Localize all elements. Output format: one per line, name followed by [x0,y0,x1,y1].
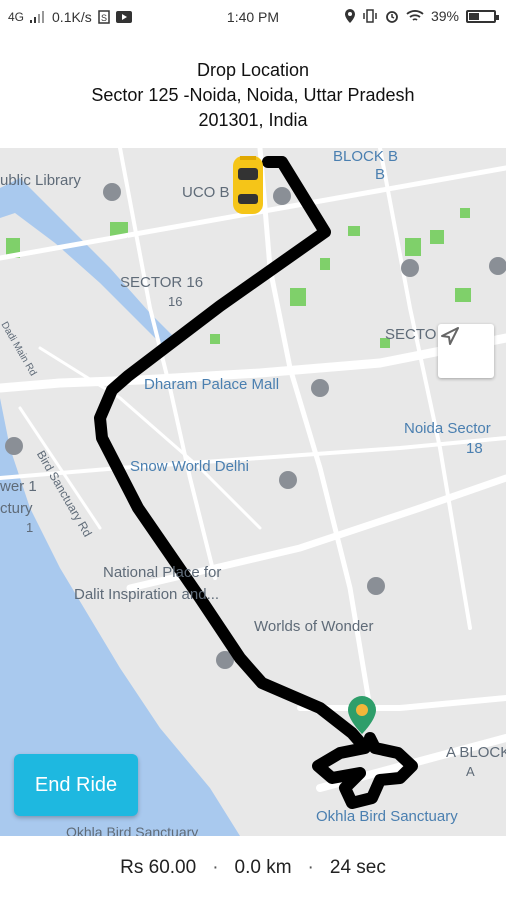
poi-marker [489,257,506,275]
poi-marker [103,183,121,201]
map-label: Noida Sector [404,420,491,437]
map-label: Okhla Bird Sanctuary [66,824,199,836]
road [0,436,506,480]
map-label: 1 [26,520,34,535]
navigation-arrow-icon [441,327,459,345]
map-label: ctury [0,500,33,517]
map-view[interactable]: BLOCK B B ublic Library UCO B SECTOR 16 … [0,148,506,836]
distance-value: 0.0 km [234,857,292,878]
poi-marker [311,379,329,397]
map-label: 16 [168,294,183,309]
park-area [210,334,220,344]
park-area [460,208,470,218]
vibrate-icon [363,9,377,23]
road [378,148,472,630]
map-label: A [466,764,475,779]
alarm-icon [386,11,398,23]
map-canvas[interactable] [0,148,506,836]
park-area [405,238,421,256]
status-bar: 4G 0.1K/s S 1:40 PM 39% [0,0,506,34]
park-area [320,258,330,270]
map-label: Worlds of Wonder [254,618,374,635]
wifi-icon [406,10,424,21]
map-label: SECTOR 16 [120,274,204,291]
battery-fill [469,12,480,20]
poi-marker [273,187,291,205]
elapsed-time-value: 24 sec [329,857,386,878]
map-label: National Place for [103,564,222,581]
map-label: UCO B [182,184,230,201]
car-icon [233,156,263,214]
canal-water [0,178,175,348]
poi-marker [279,471,297,489]
drop-address-line1: Sector 125 -Noida, Noida, Uttar Pradesh [91,85,415,105]
map-label: Snow World Delhi [130,458,249,475]
park-area [455,288,471,302]
poi-marker [401,259,419,277]
map-label: Dalit Inspiration and... [74,586,220,603]
road [118,148,217,580]
fare-value: Rs 60.00 [120,857,197,878]
battery-icon [466,9,499,23]
map-label: A BLOCK [446,744,506,761]
separator-dot: · [307,857,314,878]
map-label: BLOCK B [333,148,399,165]
trip-summary-bar: Rs 60.00 · 0.0 km · 24 sec [0,836,506,900]
park-area [290,288,306,306]
separator-dot: · [212,857,219,878]
my-location-button[interactable] [438,324,494,378]
poi-marker [5,437,23,455]
drop-location-title: Drop Location [196,60,310,80]
park-area [430,230,444,244]
drop-location-header: Drop Location Sector 125 -Noida, Noida, … [0,58,506,133]
map-label: B [375,166,386,183]
map-label: SECTO [385,326,437,343]
map-label: wer 1 [0,478,37,495]
status-right: 39% [344,8,499,24]
map-label: ublic Library [0,172,81,189]
road [297,695,506,711]
map-label: Dharam Palace Mall [144,376,280,393]
location-icon [344,9,355,23]
poi-marker [367,577,385,595]
drop-address-line2: 201301, India [198,110,308,130]
map-label: Okhla Bird Sanctuary [316,808,458,825]
map-label: 18 [466,440,483,457]
battery-percent: 39% [430,8,459,24]
end-ride-button[interactable]: End Ride [14,754,138,816]
park-area [348,226,360,236]
